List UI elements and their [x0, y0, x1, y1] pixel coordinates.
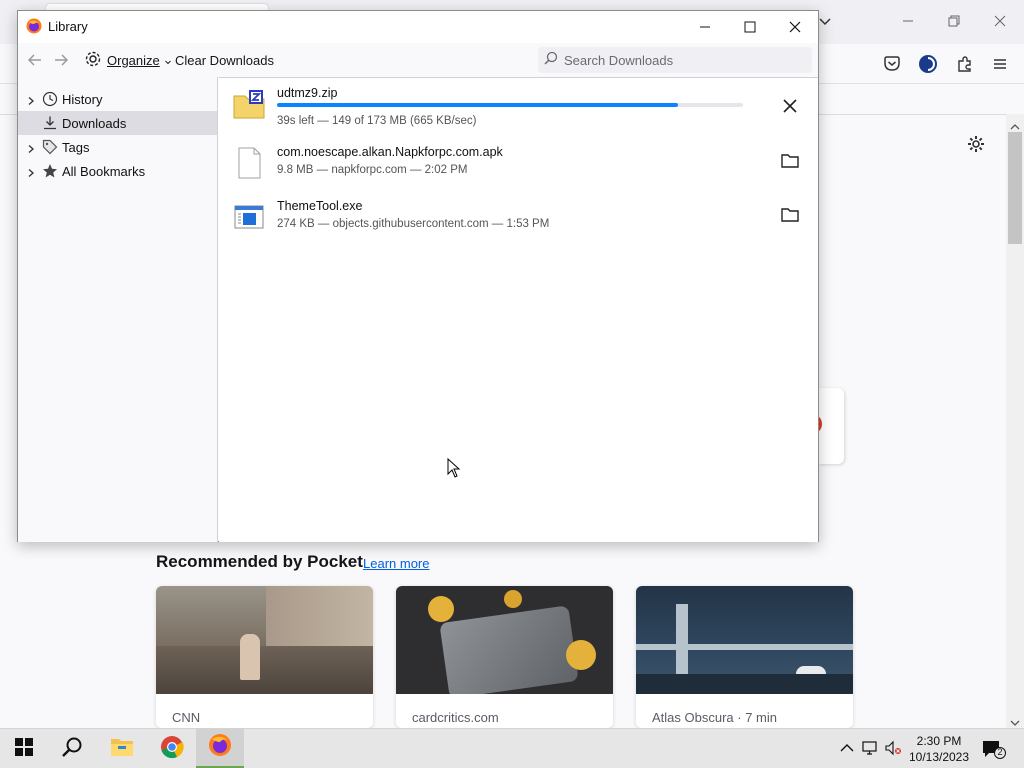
download-progress-bar — [277, 103, 743, 107]
pocket-card[interactable]: CNN — [156, 586, 373, 728]
shortcut-card-peek — [818, 388, 844, 464]
library-minimize-icon[interactable] — [690, 17, 720, 37]
sidebar-item-history[interactable]: History — [18, 87, 217, 111]
expand-arrow-icon[interactable] — [26, 166, 36, 177]
download-status: 274 KB — objects.githubusercontent.com —… — [277, 218, 550, 230]
download-row[interactable]: udtmz9.zip 39s left — 149 of 173 MB (665… — [219, 78, 818, 132]
exe-file-icon — [233, 201, 265, 233]
personalize-gear-icon[interactable] — [966, 134, 986, 154]
library-title: Library — [48, 19, 88, 34]
browser-close-icon[interactable] — [990, 12, 1010, 32]
library-sidebar: History Downloads Tags All Bookmarks — [18, 77, 218, 542]
pocket-card-source: Atlas Obscura · 7 min — [652, 710, 777, 725]
windows-logo-icon — [15, 737, 33, 761]
browser-restore-icon[interactable] — [944, 12, 964, 32]
pocket-card[interactable]: Atlas Obscura · 7 min — [636, 586, 853, 728]
tab-list-chevron-icon[interactable] — [818, 14, 832, 33]
chrome-logo-icon — [160, 735, 184, 764]
pocket-card-image — [636, 586, 853, 694]
taskbar-search-button[interactable] — [48, 729, 96, 768]
organize-label: Organize — [107, 52, 160, 68]
tag-icon — [42, 139, 58, 155]
expand-arrow-icon[interactable] — [26, 94, 36, 105]
sidebar-item-label: Downloads — [62, 115, 127, 131]
cancel-download-icon[interactable] — [780, 96, 800, 116]
download-row[interactable]: com.noescape.alkan.Napkforpc.com.apk 9.8… — [219, 137, 818, 191]
search-icon — [61, 736, 83, 763]
pocket-section-title: Recommended by Pocket — [156, 552, 363, 571]
search-downloads-input[interactable] — [564, 52, 804, 68]
download-status: 9.8 MB — napkforpc.com — 2:02 PM — [277, 164, 468, 176]
library-close-icon[interactable] — [780, 17, 810, 37]
downloads-list: udtmz9.zip 39s left — 149 of 173 MB (665… — [219, 77, 818, 542]
clock-icon — [42, 91, 58, 107]
sidebar-item-downloads[interactable]: Downloads — [18, 111, 217, 135]
show-in-folder-icon[interactable] — [780, 205, 800, 225]
download-progress-fill — [277, 103, 678, 107]
gear-icon — [84, 50, 102, 71]
search-icon — [544, 51, 558, 70]
download-filename: com.noescape.alkan.Napkforpc.com.apk — [277, 145, 503, 159]
sidebar-item-all-bookmarks[interactable]: All Bookmarks — [18, 159, 217, 183]
show-in-folder-icon[interactable] — [780, 151, 800, 171]
clear-downloads-button[interactable]: Clear Downloads — [175, 53, 274, 68]
pocket-card-source: cardcritics.com — [412, 710, 499, 725]
library-titlebar[interactable]: Library — [18, 11, 818, 43]
account-icon[interactable] — [918, 54, 938, 74]
pocket-card[interactable]: cardcritics.com — [396, 586, 613, 728]
zip-file-icon — [233, 88, 265, 120]
scrollbar-thumb[interactable] — [1008, 132, 1022, 244]
taskbar-chrome[interactable] — [148, 729, 196, 768]
chevron-down-icon — [164, 53, 171, 68]
download-row[interactable]: ThemeTool.exe 274 KB — objects.githubuse… — [219, 191, 818, 245]
tray-overflow-chevron-icon[interactable] — [838, 739, 856, 757]
volume-muted-icon[interactable] — [884, 739, 902, 757]
search-box[interactable] — [538, 47, 812, 73]
firefox-logo-icon — [26, 18, 42, 34]
pocket-card-image — [396, 586, 613, 694]
download-status: 39s left — 149 of 173 MB (665 KB/sec) — [277, 115, 477, 127]
forward-arrow-icon[interactable] — [52, 51, 70, 69]
windows-taskbar: 2:30 PM 10/13/2023 2 — [0, 728, 1024, 768]
library-window: Library Organize Clear Downloads Search … — [17, 10, 819, 542]
pocket-card-source: CNN — [172, 710, 201, 725]
start-button[interactable] — [0, 729, 48, 768]
pocket-save-icon[interactable] — [882, 54, 902, 74]
tray-time: 2:30 PM — [916, 734, 962, 748]
taskbar-file-explorer[interactable] — [98, 729, 146, 768]
star-icon — [42, 163, 58, 179]
generic-file-icon — [233, 147, 265, 179]
tray-date: 10/13/2023 — [908, 750, 970, 764]
app-menu-icon[interactable] — [990, 54, 1010, 74]
pocket-card-image — [156, 586, 373, 694]
sidebar-item-label: Tags — [62, 139, 90, 155]
expand-arrow-icon[interactable] — [26, 142, 36, 153]
browser-minimize-icon[interactable] — [898, 12, 918, 32]
library-maximize-icon[interactable] — [735, 17, 765, 37]
sidebar-item-label: All Bookmarks — [62, 163, 146, 179]
taskbar-firefox[interactable] — [196, 729, 244, 768]
library-toolbar: Organize Clear Downloads — [18, 43, 818, 77]
notifications-icon[interactable]: 2 — [982, 739, 1006, 759]
notification-count: 2 — [997, 747, 1003, 757]
download-filename: ThemeTool.exe — [277, 199, 363, 213]
folder-icon — [110, 736, 134, 763]
network-icon[interactable] — [862, 739, 880, 757]
download-filename: udtmz9.zip — [277, 86, 338, 100]
firefox-logo-icon — [208, 733, 232, 762]
organize-button[interactable]: Organize — [84, 50, 171, 70]
pocket-learn-more-link[interactable]: Learn more — [363, 556, 429, 571]
back-arrow-icon[interactable] — [26, 51, 44, 69]
tray-clock[interactable]: 2:30 PM 10/13/2023 — [906, 733, 972, 765]
download-icon — [42, 115, 58, 131]
mouse-cursor-icon — [447, 457, 461, 478]
sidebar-item-tags[interactable]: Tags — [18, 135, 217, 159]
extensions-icon[interactable] — [955, 54, 975, 74]
sidebar-item-label: History — [62, 91, 103, 107]
